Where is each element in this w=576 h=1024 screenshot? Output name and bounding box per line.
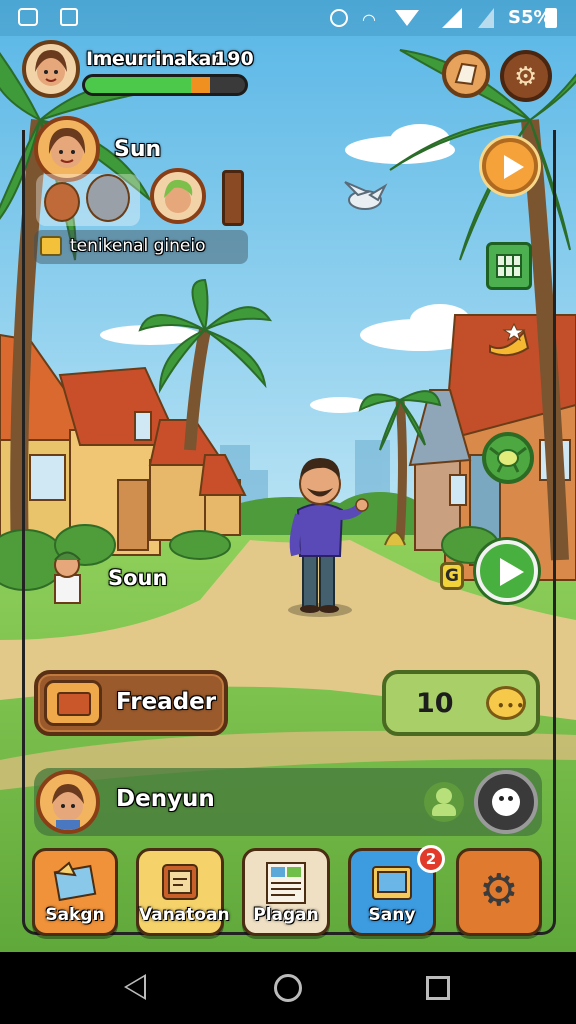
menu-button-vanatoan[interactable]: Vanatoan [136, 848, 230, 936]
recents-icon[interactable] [426, 976, 450, 1000]
menu-label: Sany [368, 905, 416, 925]
play-icon [504, 155, 524, 179]
status-bar: ◠ S5% [0, 0, 576, 36]
avatar-face-icon [52, 784, 84, 830]
go-button[interactable] [476, 540, 538, 602]
companion-avatar[interactable] [150, 168, 206, 224]
play-icon [500, 558, 524, 586]
menu-label: Vanatoan [139, 905, 230, 925]
xp-bar [82, 74, 248, 96]
ghost-button[interactable] [474, 770, 538, 834]
cell-signal-icon [442, 8, 462, 28]
cell-signal-icon [478, 8, 494, 28]
menu-label: Sakgn [45, 905, 105, 925]
notification-icon [60, 8, 78, 26]
freader-button[interactable]: Freader [34, 670, 228, 736]
calendar-button[interactable] [486, 242, 532, 290]
pet-button[interactable] [482, 432, 534, 484]
signal-icon [395, 10, 419, 26]
settings-button[interactable]: ⚙ [500, 50, 552, 102]
game-screen: ◠ S5% Imeurrinakan 190 ⚙ G Sun tenikenal… [0, 0, 576, 952]
xp-bar-fill [85, 77, 210, 93]
player-name: Imeurrinakan [86, 48, 224, 70]
counter-panel[interactable]: 10 ••• [382, 670, 540, 736]
menu-label: Plagan [253, 905, 319, 925]
home-icon[interactable] [274, 974, 302, 1002]
grid-icon [496, 254, 522, 278]
horn-icon [489, 322, 530, 357]
party-members-group[interactable] [36, 174, 140, 226]
menu-button-sany[interactable]: Sany 2 [348, 845, 445, 936]
wifi-icon: ◠ [362, 10, 376, 29]
friend-icon[interactable] [424, 782, 464, 822]
system-nav-bar [0, 952, 576, 1024]
notification-badge: 2 [417, 845, 445, 873]
gear-icon: ⚙ [479, 865, 519, 916]
quest-icon [40, 236, 62, 256]
party-leader-avatar[interactable] [34, 116, 100, 182]
dialog-bar[interactable]: Denyun [34, 768, 542, 836]
sync-icon [330, 9, 348, 27]
child-npc[interactable] [54, 551, 81, 604]
quest-banner[interactable]: tenikenal gineio [34, 230, 248, 264]
quest-text: tenikenal gineio [70, 236, 206, 256]
notification-icon [18, 8, 38, 26]
folder-icon [57, 692, 91, 716]
freader-label: Freader [116, 689, 217, 715]
avatar-face-icon [48, 128, 86, 168]
scroll-handle[interactable] [222, 170, 244, 226]
ghost-icon [492, 788, 520, 816]
player-avatar[interactable] [22, 40, 80, 98]
menu-button-plagan[interactable]: Plagan [242, 848, 330, 936]
gear-icon: ⚙ [514, 62, 538, 92]
party-member-avatar [86, 174, 130, 222]
counter-value: 10 [416, 688, 454, 719]
party-leader-name: Sun [114, 137, 162, 162]
npc-name-label: Soun [108, 566, 168, 590]
avatar-face-icon [35, 50, 67, 86]
dialog-avatar [36, 770, 100, 834]
player-level: 190 [214, 48, 254, 70]
avatar-face-icon [164, 179, 193, 213]
quest-badge[interactable]: G [440, 562, 464, 590]
map-button[interactable] [442, 50, 490, 98]
creature-icon [489, 446, 527, 473]
folder-icon-frame [44, 680, 102, 726]
map-icon [454, 62, 478, 86]
battery-icon [545, 8, 557, 28]
play-video-button[interactable] [482, 138, 538, 194]
chat-bubble-icon: ••• [486, 686, 526, 720]
menu-button-sakgn[interactable]: Sakgn [32, 848, 118, 936]
reward-horn-button[interactable] [484, 318, 534, 364]
party-member-avatar [44, 182, 80, 222]
dialog-name: Denyun [116, 786, 215, 812]
menu-button-settings[interactable]: ⚙ [456, 848, 542, 936]
